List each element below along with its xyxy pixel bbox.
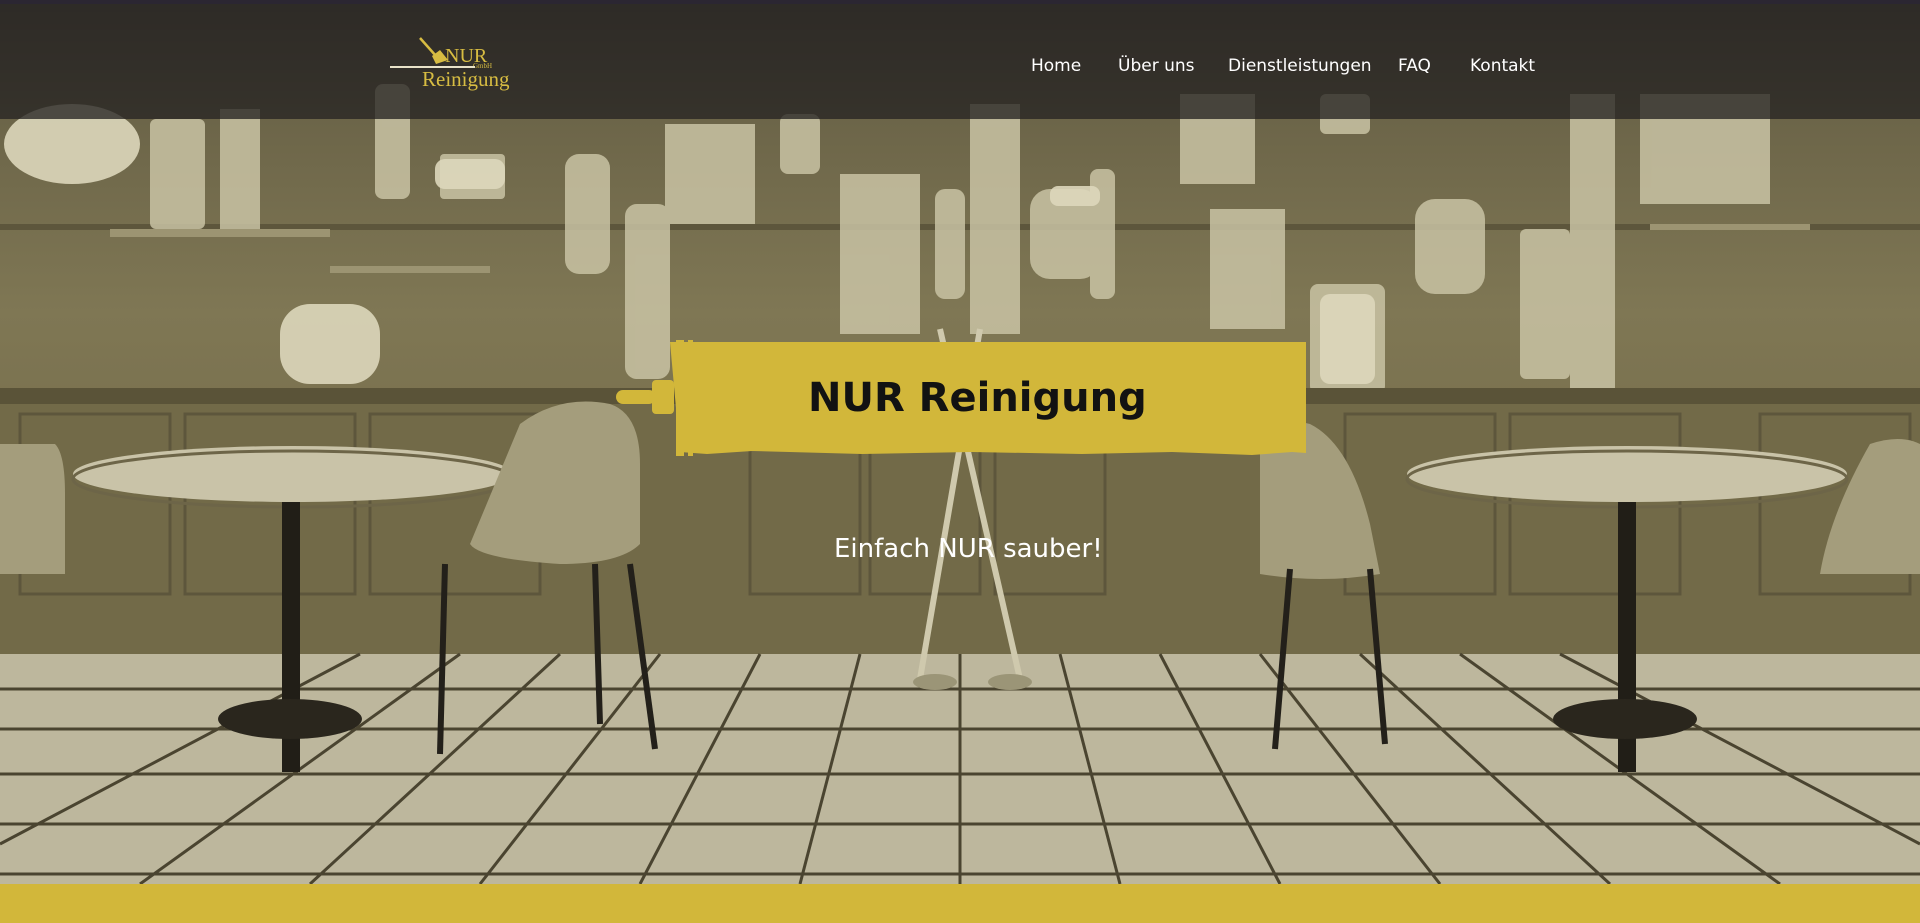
nav-ueber-uns[interactable]: Über uns: [1118, 55, 1195, 77]
nav-faq[interactable]: FAQ: [1398, 55, 1431, 77]
site-header: NUR GmbH Reinigung Home Über uns Dienstl…: [0, 4, 1920, 119]
hero-tagline: Einfach NUR sauber!: [834, 534, 1103, 564]
hero-title-banner: NUR Reinigung: [612, 340, 1307, 458]
hero-title: NUR Reinigung: [808, 375, 1147, 421]
nav-dienstleistungen[interactable]: Dienstleistungen: [1228, 55, 1372, 77]
nav-home[interactable]: Home: [1031, 55, 1081, 77]
site-logo[interactable]: NUR GmbH Reinigung: [388, 36, 513, 92]
logo-name: Reinigung: [422, 67, 510, 91]
nav-kontakt[interactable]: Kontakt: [1470, 55, 1535, 77]
accent-strip: [0, 884, 1920, 923]
